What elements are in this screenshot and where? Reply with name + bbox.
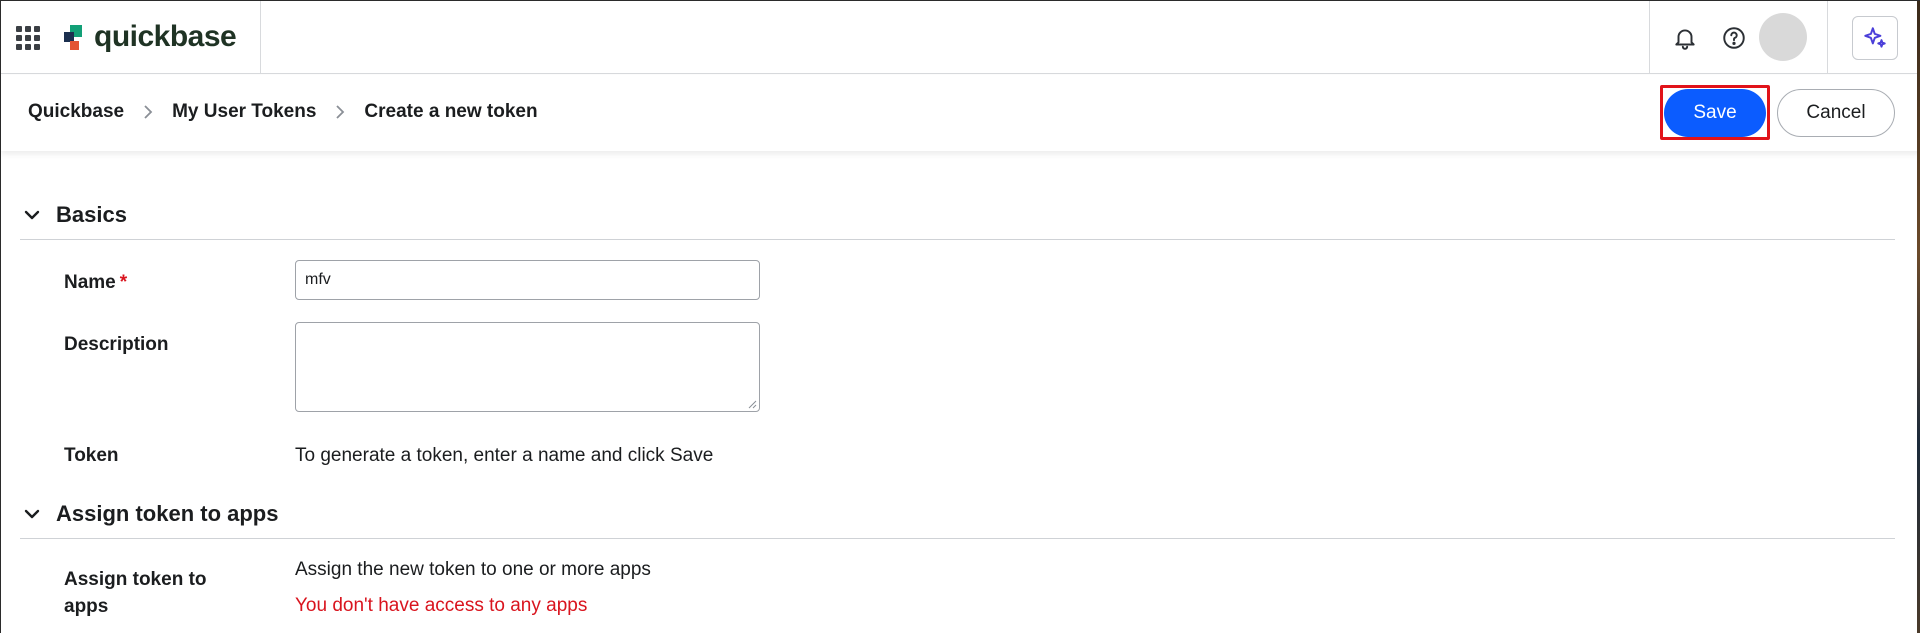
breadcrumb-item-quickbase[interactable]: Quickbase xyxy=(28,101,124,123)
cancel-button[interactable]: Cancel xyxy=(1777,89,1895,137)
sparkle-icon xyxy=(1864,27,1886,48)
resize-grip-icon[interactable] xyxy=(747,399,757,409)
name-input[interactable]: mfv xyxy=(295,260,760,300)
ai-assistant-button[interactable] xyxy=(1852,16,1898,60)
name-label: Name * xyxy=(64,269,127,296)
section-basics-header[interactable]: Basics xyxy=(20,190,1895,240)
assign-label: Assign token to apps xyxy=(64,569,207,617)
chevron-down-icon[interactable] xyxy=(20,502,44,526)
chevron-right-icon xyxy=(142,105,154,119)
quickbase-logo[interactable]: quickbase xyxy=(64,19,237,55)
grid-icon[interactable] xyxy=(16,26,40,50)
section-assign-header[interactable]: Assign token to apps xyxy=(20,489,1895,539)
assign-hint: Assign the new token to one or more apps xyxy=(295,559,651,580)
breadcrumb-item-my-user-tokens[interactable]: My User Tokens xyxy=(172,101,316,123)
page-header: Quickbase My User Tokens Create a new to… xyxy=(1,75,1920,151)
avatar[interactable] xyxy=(1759,13,1807,61)
section-title: Assign token to apps xyxy=(56,500,279,526)
breadcrumb: Quickbase My User Tokens Create a new to… xyxy=(28,101,538,123)
name-label-text: Name xyxy=(64,272,116,293)
description-textarea[interactable] xyxy=(295,322,760,412)
chevron-down-icon[interactable] xyxy=(20,203,44,227)
help-circle-icon[interactable] xyxy=(1721,25,1747,51)
topbar-divider xyxy=(1827,1,1828,73)
bell-icon[interactable] xyxy=(1672,25,1698,51)
chevron-right-icon xyxy=(334,105,346,119)
assign-error: You don't have access to any apps xyxy=(295,595,588,616)
breadcrumb-item-current: Create a new token xyxy=(364,101,538,122)
quickbase-logo-mark-icon xyxy=(64,22,88,52)
description-label: Description xyxy=(64,334,169,355)
save-button[interactable]: Save xyxy=(1664,89,1766,137)
token-hint: To generate a token, enter a name and cl… xyxy=(295,445,714,466)
topbar-divider xyxy=(1649,1,1650,73)
section-title: Basics xyxy=(56,201,127,227)
token-label: Token xyxy=(64,445,119,466)
top-bar: quickbase xyxy=(1,1,1920,74)
topbar-divider xyxy=(260,1,261,73)
required-marker: * xyxy=(119,272,128,293)
app-window: quickbase Quickbase My User Tokens Creat… xyxy=(0,0,1920,633)
logo-text: quickbase xyxy=(94,20,237,53)
